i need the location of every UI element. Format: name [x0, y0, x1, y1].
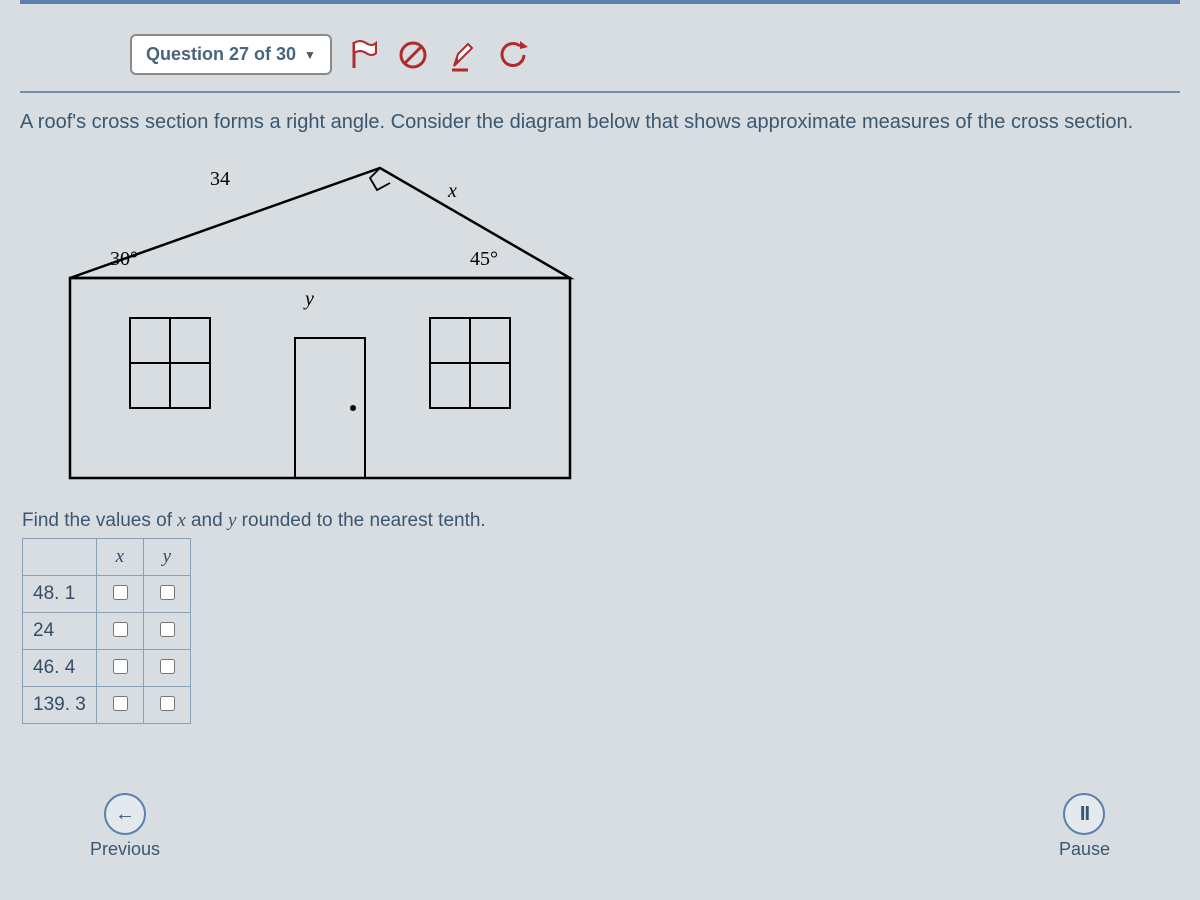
header-y: y: [143, 539, 190, 576]
table-row: 46. 4: [23, 650, 191, 687]
table-row: 139. 3: [23, 687, 191, 724]
answer-table: x y 48. 1 24 46. 4 139. 3: [22, 538, 191, 724]
pen-icon[interactable]: [448, 38, 478, 72]
checkbox-y-1[interactable]: [160, 622, 175, 637]
flag-icon[interactable]: [350, 40, 378, 70]
table-row: 24: [23, 613, 191, 650]
question-prompt: A roof's cross section forms a right ang…: [20, 111, 1180, 134]
pause-icon: II: [1063, 793, 1105, 835]
label-x: x: [448, 180, 457, 203]
table-row: 48. 1: [23, 576, 191, 613]
pause-label: Pause: [1059, 839, 1110, 860]
row-value: 46. 4: [23, 650, 97, 687]
pause-button[interactable]: II Pause: [1059, 793, 1110, 860]
checkbox-x-1[interactable]: [113, 622, 128, 637]
house-diagram: 34 x 30° 45° y: [40, 148, 580, 498]
checkbox-x-0[interactable]: [113, 585, 128, 600]
clear-icon[interactable]: [398, 40, 428, 70]
checkbox-x-3[interactable]: [113, 696, 128, 711]
row-value: 24: [23, 613, 97, 650]
header-x: x: [96, 539, 143, 576]
chevron-down-icon: ▼: [304, 48, 316, 62]
row-value: 48. 1: [23, 576, 97, 613]
question-label: Question 27 of 30: [146, 44, 296, 65]
checkbox-y-2[interactable]: [160, 659, 175, 674]
checkbox-y-0[interactable]: [160, 585, 175, 600]
previous-label: Previous: [90, 839, 160, 860]
checkbox-y-3[interactable]: [160, 696, 175, 711]
checkbox-x-2[interactable]: [113, 659, 128, 674]
arrow-left-icon: ←: [104, 793, 146, 835]
label-30deg: 30°: [110, 248, 138, 271]
label-y: y: [305, 288, 314, 311]
label-34: 34: [210, 168, 230, 191]
header-blank: [23, 539, 97, 576]
row-value: 139. 3: [23, 687, 97, 724]
refresh-icon[interactable]: [498, 40, 530, 70]
label-45deg: 45°: [470, 248, 498, 271]
previous-button[interactable]: ← Previous: [90, 793, 160, 860]
question-toolbar: Question 27 of 30 ▼: [20, 34, 1180, 91]
instruction-text: Find the values of x and y rounded to th…: [22, 510, 1180, 532]
question-selector[interactable]: Question 27 of 30 ▼: [130, 34, 332, 75]
